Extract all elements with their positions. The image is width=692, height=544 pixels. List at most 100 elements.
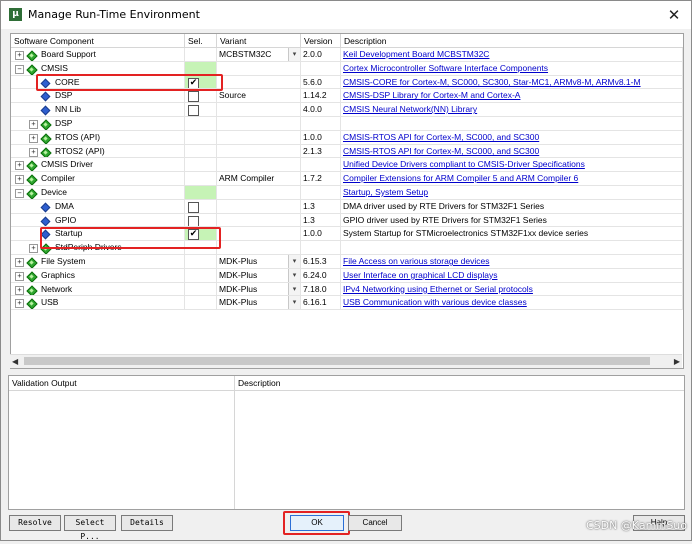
description-link[interactable]: Startup, System Setup	[343, 187, 428, 197]
description-link[interactable]: CMSIS-DSP Library for Cortex-M and Corte…	[343, 90, 520, 100]
expand-icon[interactable]: +	[15, 285, 24, 295]
table-row[interactable]: + File System MDK-Plus ▾ 6.15.3 File Access o…	[11, 255, 683, 269]
description-cell	[341, 117, 683, 131]
component-name: DSP	[55, 90, 73, 101]
variant-cell[interactable]: MDK-Plus ▾	[217, 255, 301, 269]
expand-icon[interactable]: +	[29, 147, 38, 157]
scroll-right-icon[interactable]: ▶	[674, 357, 680, 366]
table-row[interactable]: + USB MDK-Plus ▾ 6.16.1 USB Communication wit…	[11, 296, 683, 311]
version-cell	[301, 241, 341, 255]
version-cell: 6.15.3	[301, 255, 341, 269]
component-cell: + RTOS2 (API)	[11, 144, 185, 159]
variant-value: MDK-Plus	[219, 297, 258, 308]
column-header-description[interactable]: Description	[341, 34, 683, 48]
window-title: Manage Run-Time Environment	[28, 8, 200, 21]
variant-value: ARM Compiler	[219, 173, 275, 184]
component-class-icon	[27, 299, 36, 308]
details-button[interactable]: Details	[121, 515, 173, 531]
close-button[interactable]: ✕	[665, 6, 683, 24]
version-cell	[301, 61, 341, 76]
expand-icon[interactable]: +	[15, 51, 24, 60]
component-cell: DMA	[11, 199, 185, 214]
select-packs-button[interactable]: Select P...	[64, 515, 116, 541]
scroll-thumb[interactable]	[24, 357, 650, 365]
table-row[interactable]: + DSP	[11, 117, 683, 131]
description-link[interactable]: Unified Device Drivers compliant to CMSI…	[343, 159, 585, 169]
description-link[interactable]: IPv4 Networking using Ethernet or Serial…	[343, 284, 533, 294]
table-row[interactable]: NN Lib 4.0.0 CMSIS Neural Network(NN) Libr…	[11, 103, 683, 117]
description-link[interactable]: Keil Development Board MCBSTM32C	[343, 49, 489, 59]
chevron-down-icon[interactable]: ▾	[288, 255, 300, 268]
component-cell: + Network	[11, 282, 185, 297]
table-row[interactable]: − Device Startup, System Setup	[11, 186, 683, 200]
table-row[interactable]: DSP Source 1.14.2 CMSIS-DSP Library for Cor…	[11, 89, 683, 104]
horizontal-scrollbar[interactable]: ◀ ▶	[10, 354, 682, 368]
chevron-down-icon[interactable]: ▾	[288, 48, 300, 61]
sel-cell	[185, 117, 217, 131]
variant-cell[interactable]: MCBSTM32C ▾	[217, 48, 301, 62]
component-cell: − Device	[11, 186, 185, 200]
variant-cell[interactable]: MDK-Plus ▾	[217, 296, 301, 311]
ok-button[interactable]: OK	[290, 515, 344, 531]
table-row[interactable]: + Board Support MCBSTM32C ▾ 2.0.0 Keil Develo…	[11, 48, 683, 62]
description-cell: Keil Development Board MCBSTM32C	[341, 48, 683, 62]
description-link[interactable]: CMSIS-RTOS API for Cortex-M, SC000, and …	[343, 132, 539, 142]
expand-icon[interactable]: +	[15, 175, 24, 185]
column-header-version[interactable]: Version	[301, 34, 341, 48]
chevron-down-icon[interactable]: ▾	[288, 268, 300, 282]
variant-value: MDK-Plus	[219, 269, 258, 280]
variant-cell[interactable]: MDK-Plus ▾	[217, 268, 301, 283]
column-header-sel[interactable]: Sel.	[185, 34, 217, 48]
expand-icon[interactable]: +	[29, 120, 38, 129]
collapse-icon[interactable]: −	[15, 189, 24, 198]
chevron-down-icon[interactable]: ▾	[288, 282, 300, 296]
table-row[interactable]: GPIO 1.3 GPIO driver used by RTE Drivers f…	[11, 213, 683, 228]
column-header-component[interactable]: Software Component	[11, 34, 185, 48]
sel-cell	[185, 144, 217, 159]
description-link[interactable]: File Access on various storage devices	[343, 256, 489, 266]
description-link[interactable]: Cortex Microcontroller Software Interfac…	[343, 63, 548, 73]
scroll-left-icon[interactable]: ◀	[12, 357, 18, 366]
table-row[interactable]: + Network MDK-Plus ▾ 7.18.0 IPv4 Networking u…	[11, 282, 683, 297]
description-cell: Cortex Microcontroller Software Interfac…	[341, 61, 683, 76]
description-cell: File Access on various storage devices	[341, 255, 683, 269]
expand-icon[interactable]: +	[29, 244, 38, 254]
description-link[interactable]: CMSIS-CORE for Cortex-M, SC000, SC300, S…	[343, 77, 641, 87]
expand-icon[interactable]: +	[15, 271, 24, 281]
table-row[interactable]: + Compiler ARM Compiler 1.7.2 Compiler Exten…	[11, 172, 683, 186]
sel-cell	[185, 89, 217, 104]
description-link[interactable]: CMSIS Neural Network(NN) Library	[343, 104, 477, 114]
description-link[interactable]: User Interface on graphical LCD displays	[343, 270, 498, 280]
table-row[interactable]: DMA 1.3 DMA driver used by RTE Drivers for…	[11, 199, 683, 214]
description-link[interactable]: CMSIS-RTOS API for Cortex-M, SC000, and …	[343, 146, 539, 156]
description-cell: CMSIS-CORE for Cortex-M, SC000, SC300, S…	[341, 75, 683, 90]
description-link[interactable]: USB Communication with various device cl…	[343, 297, 527, 307]
table-row[interactable]: + Graphics MDK-Plus ▾ 6.24.0 User Interface o…	[11, 268, 683, 283]
variant-cell	[217, 117, 301, 131]
sel-cell	[185, 282, 217, 297]
select-checkbox[interactable]	[188, 215, 199, 227]
description-link[interactable]: Compiler Extensions for ARM Compiler 5 a…	[343, 173, 578, 183]
component-cell: DSP	[11, 89, 185, 104]
column-header-variant[interactable]: Variant	[217, 34, 301, 48]
table-row[interactable]: + RTOS (API) 1.0.0 CMSIS-RTOS API for Corte…	[11, 130, 683, 145]
version-cell: 4.0.0	[301, 103, 341, 117]
validation-divider	[234, 376, 235, 509]
collapse-icon[interactable]: −	[15, 64, 24, 74]
chevron-down-icon[interactable]: ▾	[288, 296, 300, 310]
select-checkbox[interactable]	[188, 105, 199, 116]
table-row[interactable]: + RTOS2 (API) 2.1.3 CMSIS-RTOS API for Cort…	[11, 144, 683, 159]
expand-icon[interactable]: +	[15, 299, 24, 309]
select-checkbox[interactable]	[188, 91, 199, 103]
sel-cell	[185, 103, 217, 117]
component-name: File System	[41, 256, 86, 266]
expand-icon[interactable]: +	[15, 258, 24, 267]
select-checkbox[interactable]	[188, 201, 199, 213]
expand-icon[interactable]: +	[15, 161, 24, 171]
cancel-button[interactable]: Cancel	[348, 515, 402, 531]
version-cell	[301, 186, 341, 200]
expand-icon[interactable]: +	[29, 133, 38, 143]
variant-cell[interactable]: MDK-Plus ▾	[217, 282, 301, 297]
resolve-button[interactable]: Resolve	[9, 515, 61, 531]
table-row[interactable]: + CMSIS Driver Unified Device Drivers comp…	[11, 158, 683, 173]
